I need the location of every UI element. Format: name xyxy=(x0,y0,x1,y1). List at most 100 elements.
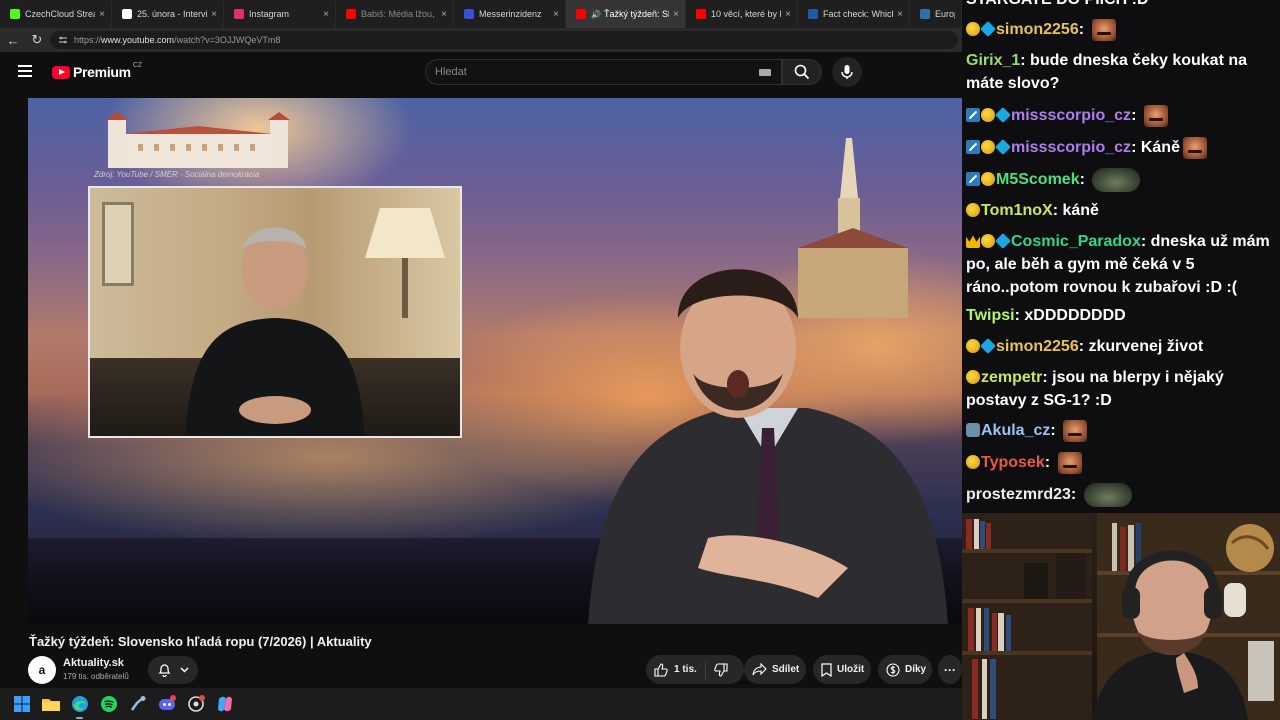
instagram-icon xyxy=(234,9,244,19)
browser-tab[interactable]: 25. února - Interview × xyxy=(112,0,224,28)
reload-icon[interactable]: ↻ xyxy=(26,29,48,51)
clap-badge-icon[interactable] xyxy=(966,339,980,353)
clap-badge-icon[interactable] xyxy=(966,370,980,384)
chat-username[interactable]: missscorpio_cz xyxy=(1011,139,1131,156)
browser-tab[interactable]: 🔊 Ťažký týždeň: Sl × xyxy=(566,0,686,28)
thanks-button[interactable]: Díky xyxy=(878,655,932,684)
chat-username[interactable]: Akula_cz xyxy=(981,422,1050,439)
chat-message: missscorpio_cz: xyxy=(966,104,1276,127)
like-button[interactable]: 1 tis. xyxy=(646,655,705,684)
chat-username[interactable]: prostezmrd23 xyxy=(966,486,1071,503)
copilot-icon[interactable] xyxy=(213,693,236,716)
browser-tab-title: 10 věcí, které by Hitl xyxy=(711,9,781,19)
subscription-bell-button[interactable] xyxy=(148,656,198,684)
browser-tab-title: Instagram xyxy=(249,9,290,19)
channel-avatar[interactable]: a xyxy=(28,656,56,684)
keyboard-icon[interactable] xyxy=(759,69,771,76)
chat-username[interactable]: Tom1noX xyxy=(981,202,1053,219)
clap-badge-icon[interactable] xyxy=(981,234,995,248)
close-tab-icon[interactable]: × xyxy=(211,9,217,20)
url-input[interactable]: https://www.youtube.com/watch?v=3OJJWQeV… xyxy=(50,31,958,49)
site-info-icon[interactable] xyxy=(58,35,68,45)
back-arrow-icon[interactable]: ← xyxy=(2,29,24,51)
face-emote-icon xyxy=(1063,419,1088,442)
browser-tab-title: Fact check: Which co xyxy=(823,9,893,19)
sword-badge-icon[interactable] xyxy=(966,108,980,122)
close-tab-icon[interactable]: × xyxy=(897,9,903,20)
browser-tab[interactable]: Europe: G xyxy=(910,0,962,28)
windows-start-icon[interactable] xyxy=(10,693,33,716)
chat-username[interactable]: zempetr xyxy=(981,369,1042,386)
dislike-button[interactable] xyxy=(706,655,736,684)
chat-username[interactable]: simon2256 xyxy=(996,21,1079,38)
tab-audio-icon[interactable]: 🔊 xyxy=(591,10,601,19)
close-tab-icon[interactable]: × xyxy=(673,9,679,20)
search-button[interactable] xyxy=(782,59,822,85)
close-tab-icon[interactable]: × xyxy=(785,9,791,20)
more-actions-button[interactable]: ··· xyxy=(938,655,962,684)
close-tab-icon[interactable]: × xyxy=(99,9,105,20)
chat-colon: : xyxy=(1070,486,1081,504)
chat-username[interactable]: missscorpio_cz xyxy=(1011,107,1131,124)
politician-figure xyxy=(185,226,365,436)
chat-username[interactable]: simon2256 xyxy=(996,338,1079,355)
chat-username[interactable]: Twipsi xyxy=(966,307,1015,324)
frog-emote-icon xyxy=(1083,483,1132,507)
browser-tab[interactable]: Instagram × xyxy=(224,0,336,28)
clap-badge-icon[interactable] xyxy=(981,140,995,154)
browser-tab[interactable]: Fact check: Which co × xyxy=(798,0,910,28)
close-tab-icon[interactable]: × xyxy=(441,9,447,20)
clap-badge-icon[interactable] xyxy=(966,455,980,469)
logo-text: Premium xyxy=(73,64,131,80)
share-button[interactable]: Sdílet xyxy=(744,655,806,684)
chat-username[interactable]: Cosmic_Paradox xyxy=(1011,233,1141,250)
chat-username[interactable]: Typosek xyxy=(981,454,1045,471)
steam-icon[interactable] xyxy=(126,693,149,716)
youtube-premium-logo[interactable]: Premium CZ xyxy=(52,62,142,80)
save-label: Uložit xyxy=(837,664,865,675)
browser-tab-title: Babiš: Média lžou, cp xyxy=(361,9,437,19)
browser-tab[interactable]: CzechCloud Stream - × xyxy=(0,0,112,28)
chat-colon: : xyxy=(1050,422,1061,439)
microphone-icon xyxy=(841,65,853,79)
save-button[interactable]: Uložit xyxy=(813,655,871,684)
browser-address-bar: ← ↻ https://www.youtube.com/watch?v=3OJJ… xyxy=(0,28,962,52)
sword-badge-icon[interactable] xyxy=(966,172,980,187)
file-explorer-icon[interactable] xyxy=(39,693,62,716)
edge-browser-icon[interactable] xyxy=(68,693,91,719)
chat-colon: : xyxy=(1078,21,1089,38)
discord-icon[interactable] xyxy=(155,693,178,716)
close-tab-icon[interactable]: × xyxy=(553,9,559,20)
chat-username[interactable]: M5Scomek xyxy=(996,171,1080,188)
channel-name[interactable]: Aktuality.sk xyxy=(63,657,124,669)
app-icon[interactable] xyxy=(184,693,207,716)
face-emote-icon xyxy=(1182,136,1207,159)
close-tab-icon[interactable]: × xyxy=(323,9,329,20)
browser-tab[interactable]: 10 věcí, které by Hitl × xyxy=(686,0,798,28)
gem-badge-icon[interactable] xyxy=(995,107,1011,123)
tool-badge-icon[interactable] xyxy=(966,423,980,437)
menu-icon[interactable] xyxy=(18,65,32,77)
gem-badge-icon[interactable] xyxy=(995,139,1011,155)
dw-icon xyxy=(808,9,818,19)
crown-badge-icon[interactable] xyxy=(966,235,980,248)
browser-tab[interactable]: Babiš: Média lžou, cp × xyxy=(336,0,454,28)
chat-message: Cosmic_Paradox: dneska už mám po, ale bě… xyxy=(966,230,1276,299)
chat-username[interactable]: Girix_1 xyxy=(966,52,1020,69)
spotify-icon[interactable] xyxy=(97,693,120,716)
sword-badge-icon[interactable] xyxy=(966,140,980,154)
clap-badge-icon[interactable] xyxy=(981,108,995,122)
browser-tab[interactable]: Messerinzidenz × xyxy=(454,0,566,28)
gem-badge-icon[interactable] xyxy=(995,233,1011,249)
site-icon xyxy=(464,9,474,19)
clap-badge-icon[interactable] xyxy=(966,22,980,36)
clap-badge-icon[interactable] xyxy=(966,203,980,217)
voice-search-button[interactable] xyxy=(832,57,862,87)
clap-badge-icon[interactable] xyxy=(981,172,995,187)
video-player[interactable]: Zdroj: YouTube / SMER - Sociálna demokra… xyxy=(28,98,962,624)
chat-text: Káně xyxy=(1140,139,1180,156)
gem-badge-icon[interactable] xyxy=(980,338,996,354)
search-input[interactable]: Hledat xyxy=(425,59,782,85)
channel-subscriber-count: 179 tis. odběratelů xyxy=(63,672,129,681)
gem-badge-icon[interactable] xyxy=(980,21,996,37)
